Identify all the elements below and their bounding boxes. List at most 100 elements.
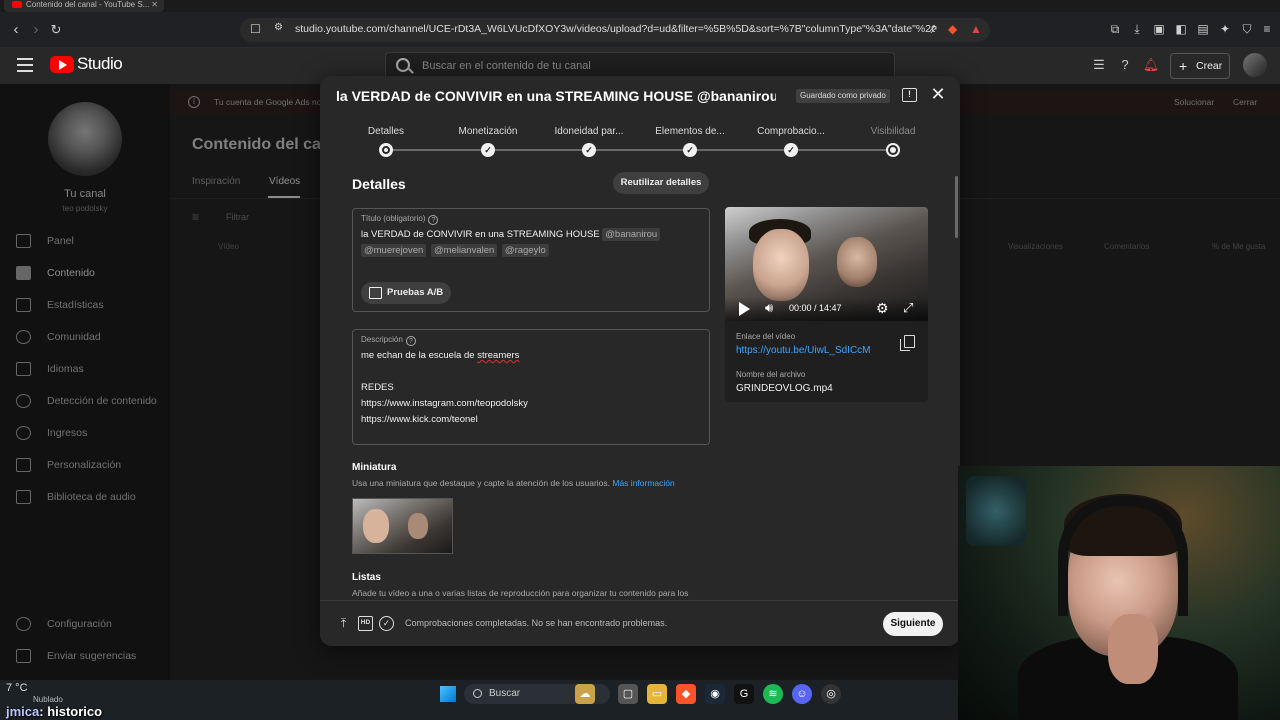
weather-condition: Nublado [33,695,63,704]
account-avatar[interactable] [1243,53,1267,77]
task-view-icon[interactable]: ▢ [618,684,638,704]
person-hand [1108,614,1158,684]
volume-icon[interactable]: 🔊︎ [765,300,773,316]
step-comprobaciones-label[interactable]: Comprobacio... [736,126,846,137]
vpn-icon[interactable]: ⛉ [1238,20,1256,38]
browser-tab[interactable]: Contenido del canal - YouTube S... ✕ [4,0,164,12]
description-text: me echan de la escuela de [361,350,478,361]
more-info-link[interactable]: Más información [612,478,674,488]
title-field-value[interactable]: la VERDAD de CONVIVIR en una STREAMING H… [361,227,701,259]
close-tab-icon[interactable]: ✕ [151,0,158,9]
step-elementos-label[interactable]: Elementos de... [635,126,745,137]
taskbar: 7 °C Nublado jmica: historico Buscar ☁ ▢… [0,680,958,720]
back-icon[interactable]: ‹ [6,20,26,40]
step-idoneidad-label[interactable]: Idoneidad par... [534,126,644,137]
thumbnail-text: Usa una miniatura que destaque y capte l… [352,478,610,488]
background-lamp [966,476,1026,546]
mention-chip[interactable]: @bananirou [602,228,661,241]
wallet-icon[interactable]: ▤ [1194,20,1212,38]
g-app-icon[interactable]: G [734,684,754,704]
mention-chip[interactable]: @melianvalen [430,244,498,257]
obs-icon[interactable]: ◎ [821,684,841,704]
reuse-details-button[interactable]: Reutilizar detalles [613,172,709,194]
mention-chip[interactable]: @rageylo [501,244,549,257]
mention-chip[interactable]: @muerejoven [361,244,427,257]
step-elementos-check-icon[interactable]: ✓ [683,143,697,157]
menu-icon[interactable]: ≡ [1258,20,1276,38]
description-field[interactable]: Descripción? me echan de la escuela de s… [352,329,710,445]
address-bar[interactable]: ☐ ⚙ studio.youtube.com/channel/UCE-rDt3A… [240,18,990,42]
step-monetizacion-label[interactable]: Monetización [433,126,543,137]
download-icon[interactable]: ⤓ [1128,20,1146,38]
brave-browser-icon[interactable]: ◆ [676,684,696,704]
video-player[interactable]: 🔊︎ 00:00 / 14:47 ⚙ ⤢ [725,207,928,321]
sidebar-icon[interactable]: ◧ [1172,20,1190,38]
description-line: https://www.kick.com/teonel [361,414,478,425]
dialog-scrollbar[interactable] [955,176,958,238]
report-issue-icon[interactable]: ! [902,88,917,102]
browser-tab-title: Contenido del canal - YouTube S... [26,0,150,9]
next-button[interactable]: Siguiente [883,612,943,636]
title-field[interactable]: Título (obligatorio)? la VERDAD de CONVI… [352,208,710,312]
help-icon[interactable]: ? [1116,56,1134,74]
close-icon[interactable]: ✕ [930,84,946,104]
step-detalles-current-icon[interactable] [379,143,393,157]
checks-status: Comprobaciones completadas. No se han en… [405,618,668,628]
step-visibilidad-label[interactable]: Visibilidad [838,126,948,137]
step-comprobaciones-check-icon[interactable]: ✓ [784,143,798,157]
thumbnail-option[interactable] [352,498,453,554]
file-name-label: Nombre del archivo [736,370,806,379]
file-explorer-icon[interactable]: ▭ [647,684,667,704]
share-icon[interactable]: ⇗ [928,22,938,36]
brave-shield-icon[interactable]: ◆ [948,22,957,36]
steam-icon[interactable]: ◉ [705,684,725,704]
title-label-text: Título (obligatorio) [361,214,426,223]
fullscreen-icon[interactable]: ⤢ [903,300,913,316]
file-name: GRINDEOVLOG.mp4 [736,383,833,394]
step-detalles-label[interactable]: Detalles [331,126,441,137]
youtube-logo-icon[interactable] [50,56,74,73]
messages-icon[interactable]: ☰ [1090,56,1108,74]
description-field-label: Descripción? [361,335,416,346]
widget-icon[interactable]: ☁ [575,684,595,704]
play-icon[interactable] [739,302,750,316]
windows-start-icon[interactable] [440,686,456,702]
description-line: me echan de la escuela de streamers [361,350,519,361]
weather-temp[interactable]: 7 °C [6,682,28,694]
gear-icon[interactable]: ⚙ [876,300,889,317]
site-settings-icon[interactable]: ⚙ [274,22,283,33]
title-text: la VERDAD de CONVIVIR en una STREAMING H… [361,229,600,240]
search-placeholder: Buscar en el contenido de tu canal [422,60,591,72]
leo-ai-icon[interactable]: ✦ [1216,20,1234,38]
hd-icon[interactable]: HD [358,616,373,631]
checks-complete-icon[interactable]: ✓ [379,616,394,631]
ab-test-button[interactable]: Pruebas A/B [361,282,451,304]
video-time: 00:00 / 14:47 [789,303,842,313]
step-visibilidad-icon[interactable] [886,143,900,157]
spotify-icon[interactable]: ≋ [763,684,783,704]
help-icon[interactable]: ? [428,215,439,225]
webcam-overlay [958,466,1280,720]
bookmark-icon[interactable]: ☐ [250,22,261,36]
upload-icon[interactable]: ⤒ [336,616,351,631]
screen: Contenido del canal - YouTube S... ✕ ‹ ›… [0,0,1280,720]
video-link[interactable]: https://youtu.be/UiwL_SdICcM [736,345,871,356]
extensions-icon[interactable]: ⧉ [1106,20,1124,38]
reload-icon[interactable]: ↻ [46,20,66,40]
step-monetizacion-check-icon[interactable]: ✓ [481,143,495,157]
notifications-icon[interactable]: 🔔︎ [1142,56,1160,74]
forward-icon[interactable]: › [26,20,46,40]
help-icon[interactable]: ? [405,336,416,346]
studio-logo-text[interactable]: Studio [77,54,123,74]
discord-icon[interactable]: ☺ [792,684,812,704]
screenshot-icon[interactable]: ▣ [1150,20,1168,38]
video-controls: 🔊︎ 00:00 / 14:47 ⚙ ⤢ [725,297,928,321]
hamburger-menu-icon[interactable] [17,58,33,72]
video-preview-card: 🔊︎ 00:00 / 14:47 ⚙ ⤢ Enlace del vídeo ht… [725,207,928,402]
search-icon [396,58,410,72]
create-button[interactable]: Crear [1170,53,1230,79]
chat-overlay-message: jmica: historico [6,704,102,719]
copy-icon[interactable] [900,335,915,351]
step-idoneidad-check-icon[interactable]: ✓ [582,143,596,157]
rewards-icon[interactable]: ▲ [970,22,982,36]
